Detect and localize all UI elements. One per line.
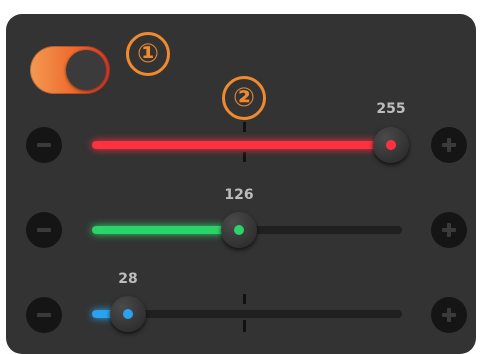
center-tick: [243, 320, 246, 332]
red-decrement-button[interactable]: [26, 127, 62, 163]
green-slider-track[interactable]: [92, 212, 402, 248]
blue-slider-thumb[interactable]: [110, 296, 146, 332]
green-decrement-button[interactable]: [26, 212, 62, 248]
blue-slider-track[interactable]: [92, 296, 402, 332]
blue-thumb-dot: [123, 309, 133, 319]
red-increment-button[interactable]: [431, 127, 467, 163]
blue-increment-button[interactable]: [431, 297, 467, 333]
plus-icon: [442, 223, 456, 237]
green-value-label: 126: [224, 187, 254, 203]
minus-icon: [37, 143, 51, 147]
red-slider-track[interactable]: [92, 127, 409, 163]
red-slider-thumb[interactable]: [373, 127, 409, 163]
toggle-knob[interactable]: [66, 50, 106, 90]
minus-icon: [37, 313, 51, 317]
green-increment-button[interactable]: [431, 212, 467, 248]
blue-decrement-button[interactable]: [26, 297, 62, 333]
center-tick: [243, 152, 246, 162]
red-thumb-dot: [386, 140, 396, 150]
callout-2: ②: [222, 76, 266, 120]
green-slider-fill: [92, 226, 239, 234]
red-value-label: 255: [376, 101, 406, 117]
center-tick: [243, 294, 246, 304]
minus-icon: [37, 228, 51, 232]
plus-icon: [442, 308, 456, 322]
plus-icon: [442, 138, 456, 152]
green-thumb-dot: [234, 225, 244, 235]
center-tick: [243, 122, 246, 132]
green-slider-thumb[interactable]: [221, 212, 257, 248]
callout-1: ①: [126, 32, 170, 76]
blue-value-label: 28: [118, 271, 138, 287]
color-slider-panel: [6, 14, 476, 354]
power-toggle[interactable]: [30, 46, 110, 94]
red-slider-fill: [92, 141, 391, 149]
